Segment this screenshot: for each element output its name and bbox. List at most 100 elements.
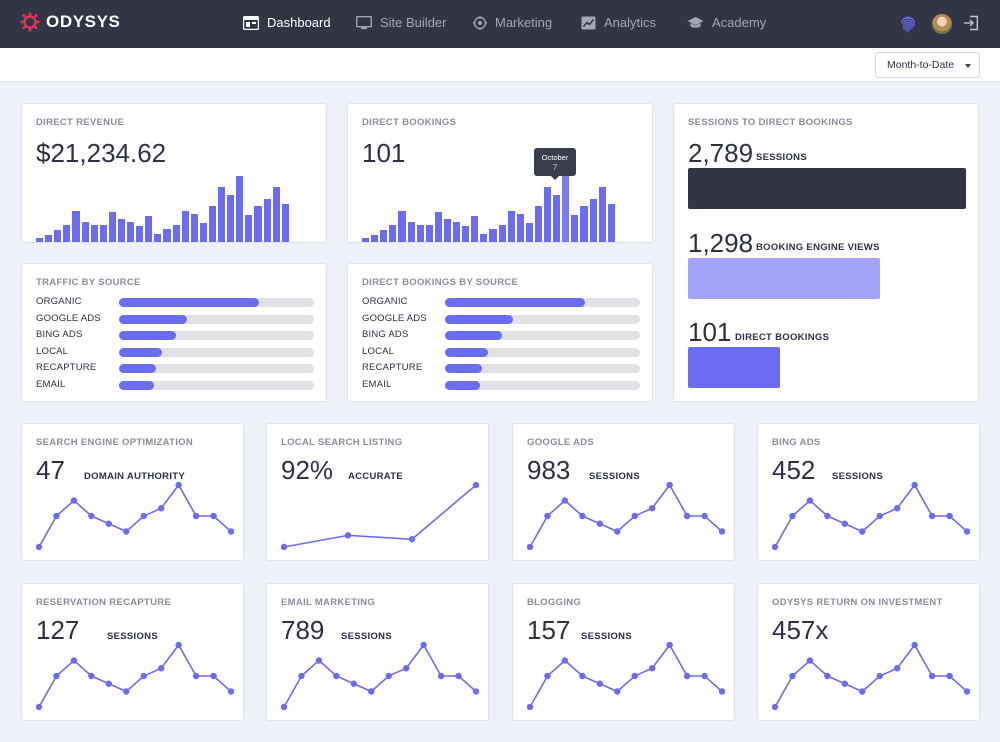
chart-point[interactable] [859, 688, 866, 695]
chart-point[interactable] [596, 680, 604, 687]
chart-bar[interactable] [154, 233, 162, 242]
chart-point[interactable] [666, 642, 673, 649]
chart-bar[interactable] [589, 198, 597, 242]
logout-icon[interactable] [963, 15, 979, 31]
chart-point[interactable] [281, 703, 288, 710]
chart-point[interactable] [701, 672, 708, 680]
chart-point[interactable] [648, 665, 656, 672]
chart-bar[interactable] [489, 228, 497, 242]
chart-point[interactable] [385, 672, 392, 680]
chart-point[interactable] [298, 672, 305, 680]
chart-point[interactable] [718, 528, 725, 535]
chart-point[interactable] [192, 672, 200, 680]
chart-point[interactable] [123, 688, 130, 695]
chart-bar[interactable] [462, 225, 470, 242]
chart-point[interactable] [631, 512, 638, 520]
chart-point[interactable] [140, 672, 147, 680]
chart-bar[interactable] [607, 204, 615, 242]
chart-point[interactable] [420, 642, 427, 649]
chart-bar[interactable] [99, 224, 107, 242]
chart-point[interactable] [157, 505, 165, 512]
chart-point[interactable] [70, 657, 78, 664]
chart-bar[interactable] [371, 235, 379, 242]
chart-bar[interactable] [81, 221, 89, 242]
chart-point[interactable] [718, 688, 725, 695]
chart-point[interactable] [105, 680, 113, 687]
chart-point[interactable] [824, 672, 831, 680]
chart-point[interactable] [648, 505, 656, 512]
chart-bar[interactable] [434, 212, 442, 242]
chart-point[interactable] [350, 680, 358, 687]
chart-point[interactable] [928, 512, 936, 520]
chart-point[interactable] [824, 512, 831, 520]
chart-point[interactable] [210, 512, 217, 520]
chart-point[interactable] [472, 688, 479, 695]
chart-point[interactable] [946, 672, 953, 680]
chart-point[interactable] [789, 512, 796, 520]
chart-point[interactable] [911, 642, 918, 649]
chart-point[interactable] [614, 528, 621, 535]
chart-point[interactable] [455, 672, 462, 680]
chart-bar[interactable] [54, 229, 62, 242]
chart-point[interactable] [963, 688, 970, 695]
chart-point[interactable] [140, 512, 147, 520]
chart-point[interactable] [893, 505, 901, 512]
chart-bar[interactable] [117, 219, 126, 242]
chart-point[interactable] [544, 512, 551, 520]
chart-point[interactable] [911, 482, 918, 489]
chart-point[interactable] [527, 703, 534, 710]
chart-point[interactable] [53, 512, 60, 520]
chart-bar[interactable] [416, 224, 424, 242]
fingerprint-icon[interactable] [900, 15, 916, 33]
chart-point[interactable] [53, 672, 60, 680]
chart-bar[interactable] [63, 224, 71, 242]
chart-bar[interactable] [272, 186, 280, 242]
chart-point[interactable] [368, 688, 375, 695]
chart-point[interactable] [789, 672, 796, 680]
chart-bar[interactable] [36, 237, 44, 242]
chart-bar[interactable] [362, 237, 370, 242]
chart-point[interactable] [683, 512, 691, 520]
chart-bar[interactable] [136, 225, 144, 242]
chart-bar[interactable] [380, 229, 388, 242]
chart-point[interactable] [333, 672, 340, 680]
chart-point[interactable] [105, 520, 113, 527]
chart-point[interactable] [683, 672, 691, 680]
chart-point[interactable] [561, 657, 569, 664]
nav-item-marketing[interactable]: Marketing [473, 15, 552, 30]
chart-bar[interactable] [145, 216, 153, 242]
chart-point[interactable] [36, 543, 43, 550]
chart-bar[interactable] [480, 233, 488, 242]
chart-point[interactable] [315, 657, 323, 664]
chart-bar[interactable] [534, 205, 543, 242]
chart-point[interactable] [579, 512, 586, 520]
chart-point[interactable] [210, 672, 217, 680]
chart-point[interactable] [841, 680, 849, 687]
chart-bar[interactable] [190, 213, 198, 242]
chart-bar[interactable] [525, 223, 533, 242]
chart-point[interactable] [227, 528, 234, 535]
chart-point[interactable] [631, 672, 638, 680]
kpi-card[interactable]: LOCAL SEARCH LISTING 92% ACCURATE [266, 423, 489, 561]
nav-item-site-builder[interactable]: Site Builder [356, 15, 446, 30]
chart-bar[interactable] [471, 216, 479, 242]
chart-point[interactable] [614, 688, 621, 695]
chart-point[interactable] [928, 672, 936, 680]
chart-bar[interactable] [227, 194, 235, 242]
chart-bar[interactable] [236, 176, 244, 242]
chart-bar[interactable] [127, 221, 135, 242]
chart-point[interactable] [841, 520, 849, 527]
kpi-card[interactable]: BING ADS 452 SESSIONS [757, 423, 980, 561]
chart-bar[interactable] [571, 215, 579, 242]
nav-item-academy[interactable]: Academy [687, 15, 766, 30]
chart-bar[interactable] [163, 228, 171, 242]
chart-bar[interactable] [90, 224, 98, 242]
kpi-card[interactable]: GOOGLE ADS 983 SESSIONS [512, 423, 735, 561]
chart-bar[interactable] [516, 213, 524, 242]
chart-point[interactable] [772, 703, 779, 710]
chart-point[interactable] [701, 512, 708, 520]
chart-point[interactable] [946, 512, 953, 520]
chart-point[interactable] [579, 672, 586, 680]
chart-point[interactable] [893, 665, 901, 672]
chart-point[interactable] [157, 665, 165, 672]
